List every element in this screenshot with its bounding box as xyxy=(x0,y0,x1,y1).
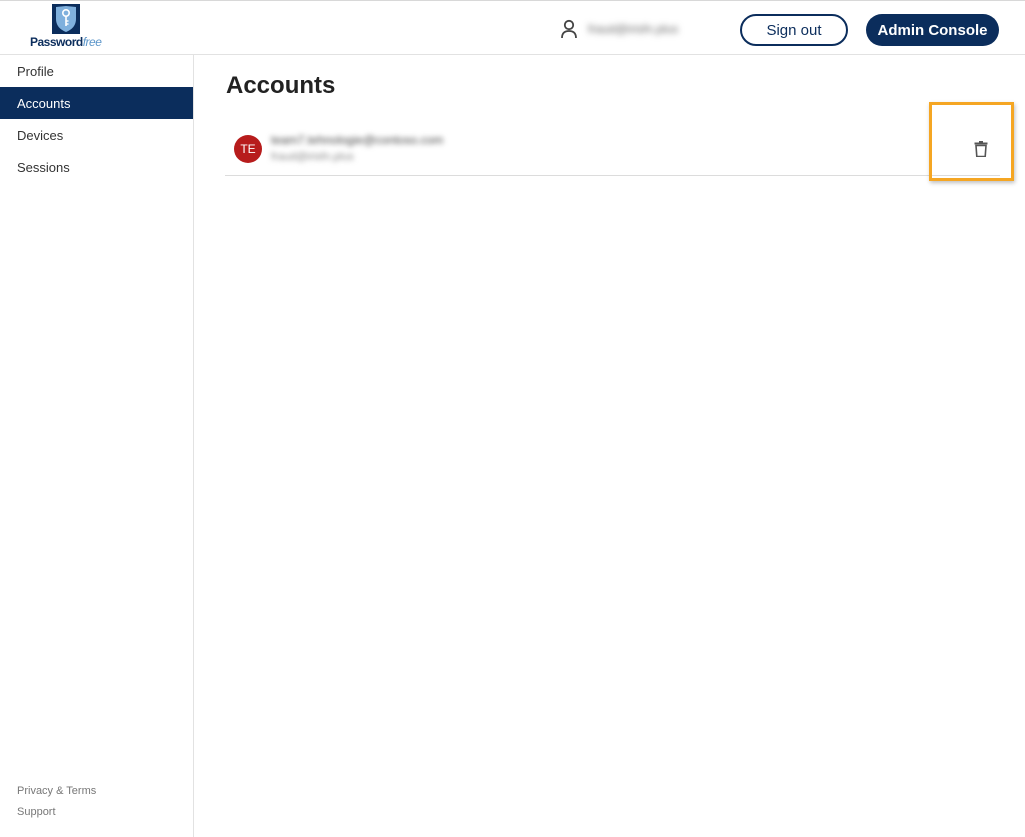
sign-out-button[interactable]: Sign out xyxy=(740,14,848,46)
support-link[interactable]: Support xyxy=(17,806,56,818)
shield-key-icon xyxy=(52,4,80,34)
admin-console-button[interactable]: Admin Console xyxy=(866,14,999,46)
user-email: fraud@irisfn.plus xyxy=(588,22,679,36)
delete-account-button[interactable] xyxy=(968,136,994,162)
logo-text-main: Password xyxy=(30,35,83,49)
sidebar-item-devices[interactable]: Devices xyxy=(0,119,193,151)
sidebar-item-label: Profile xyxy=(17,63,54,79)
top-header: Passwordfree fraud@irisfn.plus Sign out … xyxy=(0,0,1025,55)
sidebar-nav: Profile Accounts Devices Sessions Privac… xyxy=(0,55,194,837)
account-row: TE team7.tehnologie@contoso.com fraud@ir… xyxy=(225,121,1000,176)
passwordfree-logo[interactable]: Passwordfree xyxy=(30,4,104,54)
sidebar-item-label: Sessions xyxy=(17,159,70,175)
account-secondary-email: fraud@irisfn.plus xyxy=(271,151,354,163)
sidebar-item-accounts[interactable]: Accounts xyxy=(0,87,193,119)
sidebar-item-label: Accounts xyxy=(17,95,71,111)
person-icon xyxy=(561,19,577,39)
sidebar-item-profile[interactable]: Profile xyxy=(0,55,193,87)
trash-icon xyxy=(974,141,988,157)
sidebar-item-label: Devices xyxy=(17,127,64,143)
main-content: Accounts TE team7.tehnologie@contoso.com… xyxy=(195,55,1025,837)
account-primary-email: team7.tehnologie@contoso.com xyxy=(271,133,444,147)
privacy-terms-link[interactable]: Privacy & Terms xyxy=(17,785,96,797)
avatar: TE xyxy=(234,135,262,163)
page-title: Accounts xyxy=(226,72,336,99)
logo-wordmark: Passwordfree xyxy=(30,35,102,49)
sidebar-item-sessions[interactable]: Sessions xyxy=(0,151,193,183)
logo-text-accent: free xyxy=(82,35,102,49)
